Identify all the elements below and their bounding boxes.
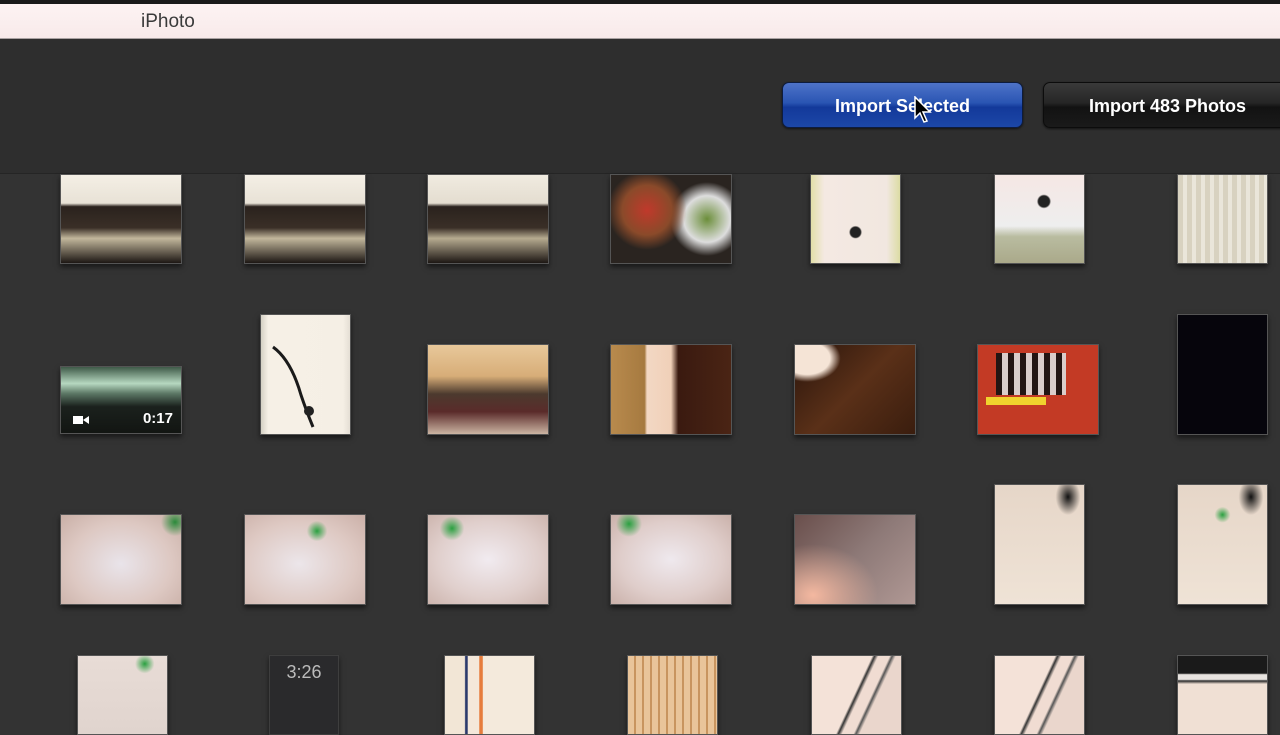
photo-thumbnail[interactable]: [610, 514, 732, 605]
photo-thumbnail[interactable]: [260, 314, 351, 435]
photo-thumbnail[interactable]: [1177, 174, 1268, 264]
photo-thumbnail[interactable]: [244, 174, 366, 264]
sculpture-image: [272, 345, 315, 428]
photo-thumbnail[interactable]: [60, 174, 182, 264]
photo-thumbnail[interactable]: [811, 655, 902, 735]
photo-thumbnail[interactable]: [60, 514, 182, 605]
import-all-button[interactable]: Import 483 Photos: [1043, 82, 1280, 128]
game-cards-image: [986, 397, 1046, 405]
video-duration: 0:17: [142, 410, 173, 427]
photo-thumbnail[interactable]: [994, 655, 1085, 735]
photo-thumbnail[interactable]: [627, 655, 718, 735]
import-toolbar: Import Selected Import 483 Photos: [0, 39, 1280, 174]
photo-thumbnail[interactable]: [77, 655, 168, 735]
photo-thumbnail[interactable]: [610, 174, 732, 264]
photo-thumbnail[interactable]: [1177, 655, 1268, 735]
photo-thumbnail[interactable]: [444, 655, 535, 735]
photo-thumbnail[interactable]: [994, 484, 1085, 605]
photo-thumbnail[interactable]: [244, 514, 366, 605]
photo-thumbnail[interactable]: 3:26: [269, 655, 339, 735]
photo-thumbnail[interactable]: [1177, 484, 1268, 605]
photo-thumbnail[interactable]: [794, 344, 916, 435]
photo-thumbnail[interactable]: [427, 174, 549, 264]
lock-screen-time: 3:26: [286, 662, 322, 682]
menu-bar: iPhoto: [0, 4, 1280, 39]
photo-thumbnail[interactable]: [794, 514, 916, 605]
photo-thumbnail[interactable]: [1177, 314, 1268, 435]
photo-thumbnail[interactable]: [427, 514, 549, 605]
photo-thumbnail[interactable]: [610, 344, 732, 435]
photo-thumbnail[interactable]: [427, 344, 549, 435]
photo-thumbnail[interactable]: [810, 174, 901, 264]
photo-thumbnail[interactable]: [994, 174, 1085, 264]
photo-grid: 0:17 3:26: [0, 174, 1280, 735]
photo-thumbnail[interactable]: [977, 344, 1099, 435]
video-overlay: 0:17: [61, 405, 181, 433]
video-camera-icon: [73, 416, 89, 424]
video-thumbnail[interactable]: 0:17: [60, 366, 182, 434]
game-board-image: [996, 353, 1066, 395]
import-selected-button[interactable]: Import Selected: [782, 82, 1023, 128]
app-menu-name[interactable]: iPhoto: [141, 11, 195, 33]
